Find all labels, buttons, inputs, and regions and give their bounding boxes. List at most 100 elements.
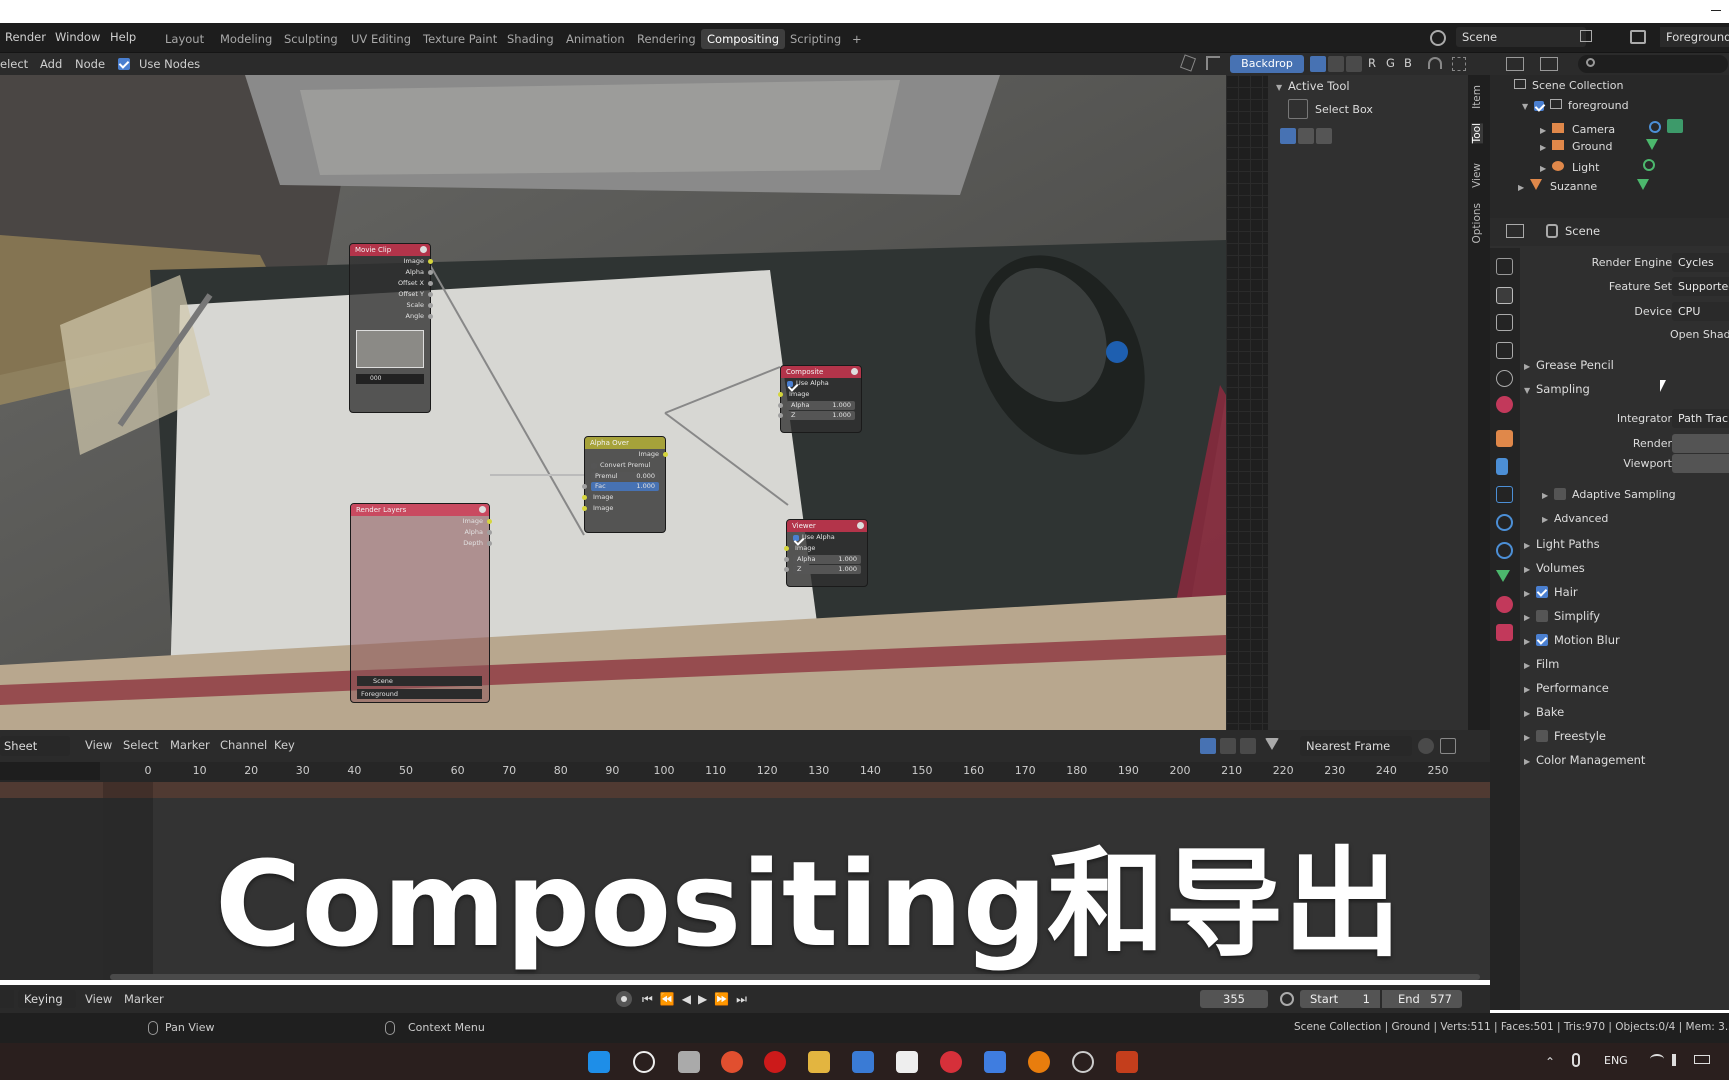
section-enable-checkbox[interactable] <box>1536 634 1548 646</box>
select-mode-new-icon[interactable] <box>1280 128 1296 144</box>
node-editor-grid[interactable] <box>1226 75 1268 730</box>
new-scene-icon[interactable] <box>1580 30 1592 42</box>
viewer-node-header[interactable]: Viewer <box>787 520 867 532</box>
texture-tab-icon[interactable] <box>1496 624 1513 641</box>
battery-icon[interactable] <box>1694 1055 1710 1064</box>
output-socket[interactable] <box>428 303 433 308</box>
channel-search[interactable] <box>0 762 100 780</box>
minimize-icon[interactable] <box>1711 10 1721 11</box>
output-socket[interactable] <box>487 541 492 546</box>
frame-ruler[interactable]: 0 10 20 30 40 50 60 70 80 90 100 110 120 130 140 150 160… <box>0 762 1490 782</box>
output-socket[interactable] <box>487 519 492 524</box>
output-socket[interactable] <box>428 281 433 286</box>
section-simplify[interactable]: ▶ Simplify <box>1524 609 1600 623</box>
particles-tab-icon[interactable] <box>1496 486 1513 503</box>
backdrop-rgb-alpha-icon[interactable] <box>1310 56 1326 72</box>
integrator-dropdown[interactable]: Path Traci <box>1672 409 1729 428</box>
device-dropdown[interactable]: CPU <box>1672 302 1729 321</box>
transport-buttons[interactable]: ⏮⏪◀▶⏩⏭ <box>642 992 754 1007</box>
use-nodes-checkbox[interactable] <box>118 57 136 71</box>
tool-tab-icon[interactable] <box>1496 258 1513 275</box>
file-explorer-icon[interactable] <box>808 1051 830 1073</box>
add-workspace-button[interactable]: + <box>846 29 868 49</box>
section-enable-checkbox[interactable] <box>1536 586 1548 598</box>
outliner-item-camera[interactable]: ▶ Camera <box>1490 116 1729 136</box>
output-socket[interactable] <box>428 259 433 264</box>
viewer-node[interactable]: Viewer Use Alpha Image Alpha 1.000 Z 1.000 <box>784 519 868 587</box>
channel-r[interactable]: R <box>1368 56 1376 70</box>
section-motion-blur[interactable]: ▶ Motion Blur <box>1524 633 1620 647</box>
pin-icon[interactable] <box>1179 54 1197 72</box>
tab-sculpting[interactable]: Sculpting <box>278 29 344 49</box>
section-light-paths[interactable]: ▶ Light Paths <box>1524 537 1600 551</box>
netease-music-icon[interactable] <box>940 1051 962 1073</box>
layer-field[interactable]: Foreground <box>357 689 482 699</box>
start-frame-field[interactable]: Start 1 <box>1300 990 1380 1008</box>
input-socket[interactable] <box>784 546 789 551</box>
obs-icon[interactable] <box>1072 1051 1094 1073</box>
task-view-icon[interactable] <box>678 1051 700 1073</box>
powerpoint-icon[interactable] <box>1116 1051 1138 1073</box>
search-icon[interactable] <box>633 1051 655 1073</box>
node-preview-icon[interactable] <box>857 522 864 529</box>
use-alpha-checkbox[interactable]: Use Alpha <box>781 378 861 389</box>
section-enable-checkbox[interactable] <box>1536 610 1548 622</box>
tab-animation[interactable]: Animation <box>560 29 631 49</box>
movie-clip-node-header[interactable]: Movie Clip <box>350 244 430 256</box>
opera-icon[interactable] <box>764 1051 786 1073</box>
light-data-icon[interactable] <box>1643 159 1656 171</box>
proportional-icon[interactable] <box>1418 738 1434 754</box>
snap-icon[interactable] <box>1428 57 1442 69</box>
camera-data-icon[interactable] <box>1649 121 1662 133</box>
mesh-data-icon[interactable] <box>1637 179 1650 190</box>
object-tab-icon[interactable] <box>1496 430 1513 447</box>
section-color-management[interactable]: ▶ Color Management <box>1524 753 1645 767</box>
falloff-icon[interactable] <box>1440 738 1456 754</box>
menu-view[interactable]: View <box>85 738 112 752</box>
section-sampling[interactable]: ▼ Sampling <box>1524 382 1590 396</box>
chrome-icon[interactable] <box>721 1051 743 1073</box>
node-preview-icon[interactable] <box>420 246 427 253</box>
backdrop-toggle[interactable]: Backdrop <box>1230 55 1304 73</box>
composite-node[interactable]: Composite Use Alpha Image Alpha 1.000 Z 1.… <box>778 365 862 433</box>
z-field[interactable]: Z 1.000 <box>778 411 855 420</box>
playback-dropdown[interactable] <box>0 990 14 1008</box>
section-performance[interactable]: ▶ Performance <box>1524 681 1609 695</box>
world-tab-icon[interactable] <box>1496 396 1513 413</box>
tab-texture-paint[interactable]: Texture Paint <box>417 29 503 49</box>
tab-modeling[interactable]: Modeling <box>214 29 278 49</box>
section-freestyle[interactable]: ▶ Freestyle <box>1524 729 1606 743</box>
mail-icon[interactable] <box>852 1051 874 1073</box>
section-enable-checkbox[interactable] <box>1536 730 1548 742</box>
physics-tab-icon[interactable] <box>1496 514 1513 531</box>
record-icon[interactable] <box>616 991 632 1007</box>
mesh-data-icon[interactable] <box>1646 139 1659 150</box>
tab-shading[interactable]: Shading <box>501 29 560 49</box>
blender-icon[interactable] <box>1028 1051 1050 1073</box>
menu-channel[interactable]: Channel <box>220 738 267 752</box>
scene-tab-icon[interactable] <box>1496 370 1513 387</box>
menu-marker[interactable]: Marker <box>170 738 210 752</box>
menu-node[interactable]: Node <box>75 57 105 71</box>
output-socket[interactable] <box>428 314 433 319</box>
feature-set-dropdown[interactable]: Supported <box>1672 277 1729 296</box>
feishu-icon[interactable] <box>984 1051 1006 1073</box>
output-socket[interactable] <box>428 292 433 297</box>
alpha-field[interactable]: Alpha 1.000 <box>778 401 855 410</box>
tab-layout[interactable]: Layout <box>159 29 210 49</box>
backdrop-alpha-icon[interactable] <box>1346 56 1362 72</box>
movie-clip-node[interactable]: Movie Clip Image Alpha Offset X Offset Y… <box>349 243 433 413</box>
use-alpha-checkbox[interactable]: Use Alpha <box>787 532 867 543</box>
movie-clip-selector[interactable]: 000 <box>356 374 424 384</box>
active-tool-section[interactable]: ▼ Active Tool <box>1276 79 1350 93</box>
tab-options[interactable]: Options <box>1471 203 1483 244</box>
filter-icon[interactable] <box>1265 738 1279 750</box>
output-socket[interactable] <box>663 452 668 457</box>
section-bake[interactable]: ▶ Bake <box>1524 705 1564 719</box>
language-indicator[interactable]: ENG <box>1604 1054 1628 1067</box>
composite-node-header[interactable]: Composite <box>781 366 861 378</box>
render-layers-node-header[interactable]: Render Layers <box>351 504 489 516</box>
tab-view[interactable]: View <box>1471 163 1483 188</box>
only-errors-icon[interactable] <box>1240 738 1256 754</box>
subsection-adaptive-sampling[interactable]: ▶ Adaptive Sampling <box>1542 488 1676 501</box>
